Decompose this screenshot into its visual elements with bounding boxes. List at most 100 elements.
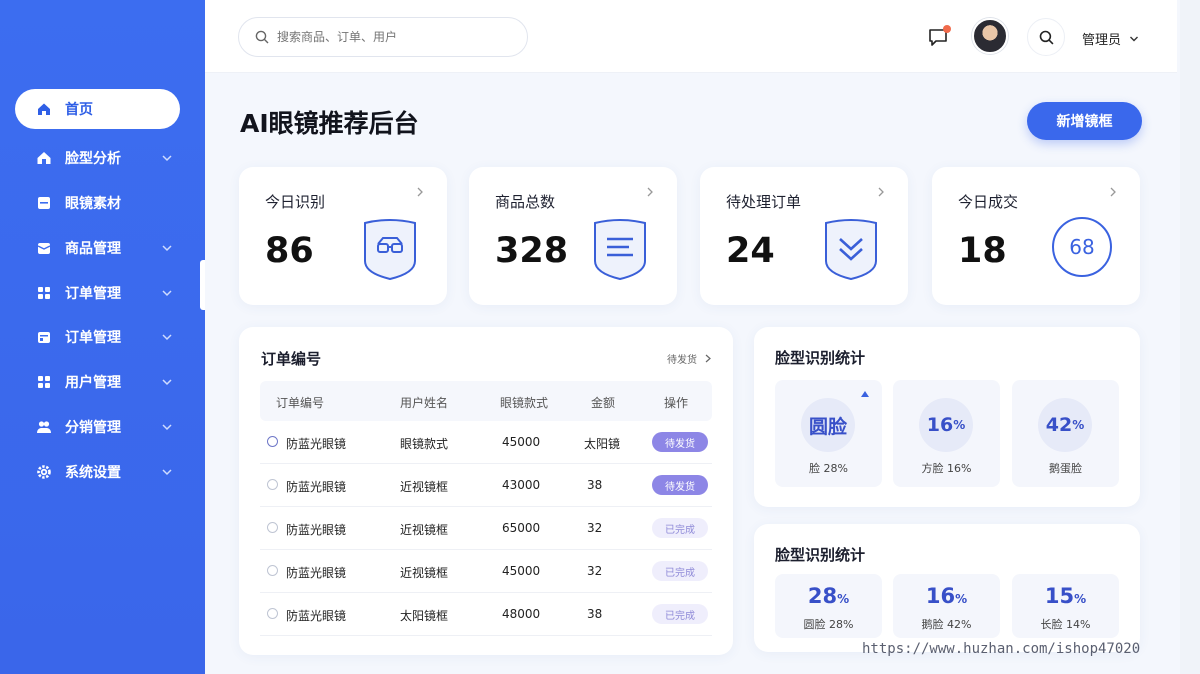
order-id: 65000: [502, 521, 541, 535]
face-tile[interactable]: 28% 圆脸 28%: [775, 574, 882, 638]
face-tile[interactable]: 15% 长脸 14%: [1012, 574, 1119, 638]
avatar[interactable]: [972, 18, 1008, 54]
house-icon: [35, 149, 53, 167]
status-badge[interactable]: 待发货: [652, 475, 708, 495]
face-percent: 15%: [1044, 584, 1087, 608]
sidebar-item-label: 脸型分析: [65, 151, 121, 167]
status-badge[interactable]: 待发货: [652, 432, 708, 452]
column-header: 订单编号: [276, 396, 325, 410]
sidebar-item-user-management[interactable]: 用户管理: [15, 362, 180, 402]
row-checkbox[interactable]: [267, 522, 278, 533]
stat-card-pending-orders[interactable]: 待处理订单 24: [700, 167, 908, 305]
sidebar-item-face-analysis[interactable]: 脸型分析: [15, 138, 180, 178]
chevron-down-icon: [162, 290, 172, 297]
face-stats-title: 脸型识别统计: [775, 349, 866, 367]
stat-card-total-products[interactable]: 商品总数 328: [469, 167, 677, 305]
glasses-shield-icon: [364, 219, 416, 281]
table-row[interactable]: 防蓝光眼镜 近视镜框 45000 32 已完成: [260, 550, 712, 593]
search-button[interactable]: [1027, 18, 1065, 56]
sidebar-item-system-settings[interactable]: 系统设置: [15, 452, 180, 492]
face-tile[interactable]: 16% 鹅脸 42%: [893, 574, 1000, 638]
product-name: 防蓝光眼镜: [286, 609, 347, 623]
sidebar-item-label: 首页: [65, 102, 93, 118]
search-input[interactable]: [277, 30, 497, 44]
face-bubble: 圆脸: [801, 398, 855, 452]
face-bubble: 42%: [1038, 398, 1092, 452]
sidebar-item-label: 分销管理: [65, 420, 121, 436]
product-name: 防蓝光眼镜: [286, 523, 347, 537]
page-title: AI眼镜推荐后台: [240, 109, 419, 138]
order-id: 45000: [502, 564, 541, 578]
percent-unit: %: [953, 418, 966, 432]
chevron-down-icon: [162, 334, 172, 341]
sidebar-item-product-management[interactable]: 商品管理: [15, 228, 180, 268]
sidebar: 首页 脸型分析 眼镜素材 商品管理 订单管理 订单管理 用户管理 分销管理 系统…: [0, 0, 205, 674]
order-amount: 32: [587, 521, 603, 535]
order-amount: 太阳镜: [584, 437, 621, 451]
row-checkbox[interactable]: [267, 565, 278, 576]
table-row[interactable]: 防蓝光眼镜 近视镜框 65000 32 已完成: [260, 507, 712, 550]
chevron-down-icon: [162, 245, 172, 252]
stat-card-today-recognition[interactable]: 今日识别 86: [239, 167, 447, 305]
table-row[interactable]: 防蓝光眼镜 太阳镜框 48000 38 已完成: [260, 593, 712, 636]
chevron-down-icon: [162, 379, 172, 386]
order-amount: 32: [587, 564, 603, 578]
face-caption: 方脸 16%: [921, 462, 972, 475]
face-percent: 16%: [925, 584, 968, 608]
face-caption: 圆脸 28%: [803, 618, 854, 631]
grid-icon: [35, 373, 53, 391]
sidebar-item-order-management[interactable]: 订单管理: [15, 273, 180, 313]
face-tile-oval[interactable]: 42% 鹅蛋脸: [1012, 380, 1119, 487]
sidebar-item-label: 眼镜素材: [65, 196, 121, 212]
sidebar-item-distribution-management[interactable]: 分销管理: [15, 407, 180, 447]
face-percent: 42: [1045, 414, 1073, 436]
chevron-shield-icon: [825, 219, 877, 281]
row-checkbox[interactable]: [267, 479, 278, 490]
chevron-down-icon: [162, 155, 172, 162]
sidebar-item-home[interactable]: 首页: [15, 89, 180, 129]
grid-icon: [35, 284, 53, 302]
status-badge[interactable]: 已完成: [652, 604, 708, 624]
column-header: 眼镜款式: [500, 396, 549, 410]
stat-label: 今日成交: [958, 193, 1019, 211]
sidebar-item-label: 用户管理: [65, 375, 121, 391]
glasses-style: 太阳镜框: [400, 609, 449, 623]
stat-label: 商品总数: [495, 193, 556, 211]
orders-filter-link[interactable]: 待发货: [667, 351, 711, 366]
glasses-style: 近视镜框: [400, 566, 449, 580]
list-shield-icon: [594, 219, 646, 281]
user-menu[interactable]: 管理员: [1082, 29, 1139, 48]
watermark: https://www.huzhan.com/ishop47020: [862, 641, 1141, 657]
row-checkbox[interactable]: [267, 436, 278, 447]
stat-value: 18: [958, 231, 1007, 271]
stat-label: 今日识别: [265, 193, 326, 211]
product-name: 防蓝光眼镜: [286, 437, 347, 451]
chevron-right-icon: [647, 187, 653, 197]
status-badge[interactable]: 已完成: [652, 561, 708, 581]
search-box[interactable]: [238, 17, 528, 57]
caret-up-icon: [861, 391, 869, 397]
order-amount: 38: [587, 478, 603, 492]
product-name: 防蓝光眼镜: [286, 566, 347, 580]
people-icon: [35, 418, 53, 436]
row-checkbox[interactable]: [267, 608, 278, 619]
sidebar-item-order-management-2[interactable]: 订单管理: [15, 317, 180, 357]
status-badge[interactable]: 已完成: [652, 518, 708, 538]
table-row[interactable]: 防蓝光眼镜 近视镜框 43000 38 待发货: [260, 464, 712, 507]
product-name: 防蓝光眼镜: [286, 480, 347, 494]
sidebar-item-glasses-assets[interactable]: 眼镜素材: [15, 183, 180, 223]
stat-card-today-deals[interactable]: 今日成交 18 68: [932, 167, 1140, 305]
column-header: 操作: [664, 396, 689, 410]
face-caption: 脸 28%: [809, 462, 848, 475]
face-percent: 16: [926, 414, 954, 436]
face-tile-square[interactable]: 16% 方脸 16%: [893, 380, 1000, 487]
face-caption: 鹅蛋脸: [1049, 462, 1082, 475]
order-id: 43000: [502, 478, 541, 492]
add-frame-button[interactable]: 新增镜框: [1027, 102, 1142, 140]
search-icon: [255, 30, 269, 44]
table-row[interactable]: 防蓝光眼镜 眼镜款式 45000 太阳镜 待发货: [260, 421, 712, 464]
home-icon: [35, 100, 53, 118]
main-content: 管理员 AI眼镜推荐后台 新增镜框 今日识别 86 商品总数 328 待处理订单…: [205, 0, 1180, 674]
gear-icon: [35, 463, 53, 481]
archive-icon: [35, 194, 53, 212]
